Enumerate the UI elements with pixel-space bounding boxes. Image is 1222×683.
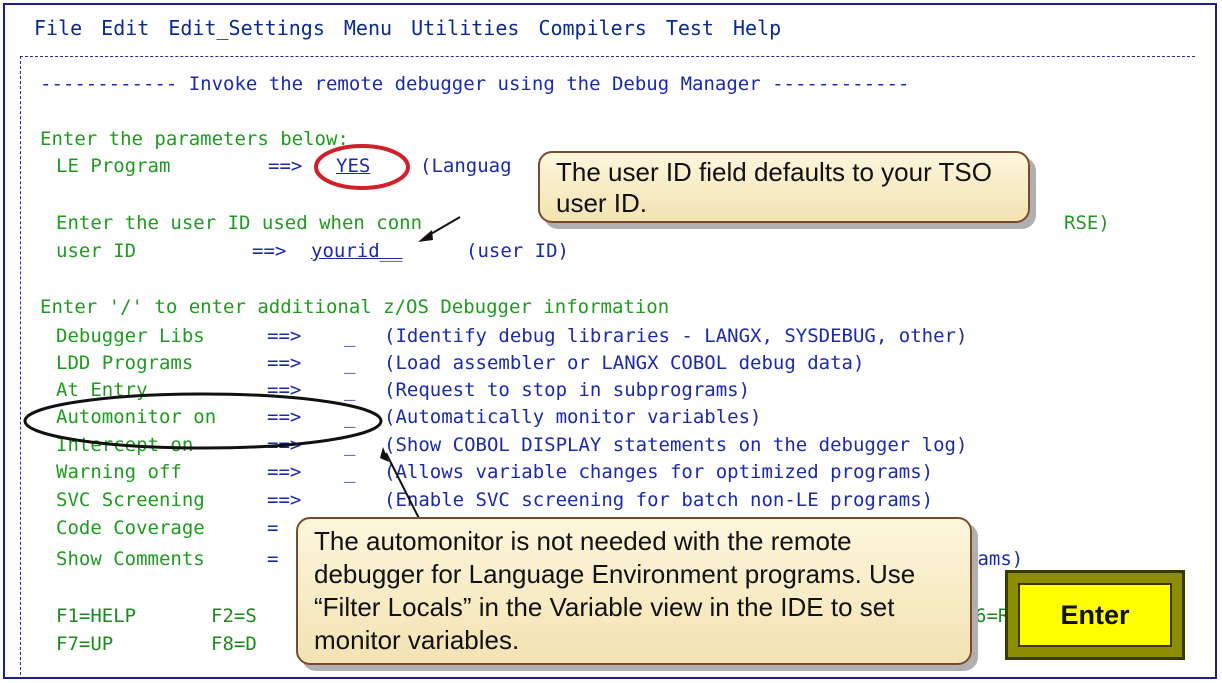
enter-key-button[interactable]: Enter (1005, 570, 1185, 660)
userid-arrow-head (418, 230, 433, 242)
yes-highlight-circle (314, 144, 410, 190)
automonitor-callout: The automonitor is not needed with the r… (296, 517, 972, 665)
automonitor-highlight-ellipse (23, 392, 383, 450)
enter-key-label[interactable]: Enter (1018, 583, 1172, 647)
userid-callout-text: The user ID field defaults to your TSO u… (556, 157, 992, 218)
automonitor-callout-text: The automonitor is not needed with the r… (314, 526, 916, 655)
userid-callout: The user ID field defaults to your TSO u… (538, 151, 1030, 223)
